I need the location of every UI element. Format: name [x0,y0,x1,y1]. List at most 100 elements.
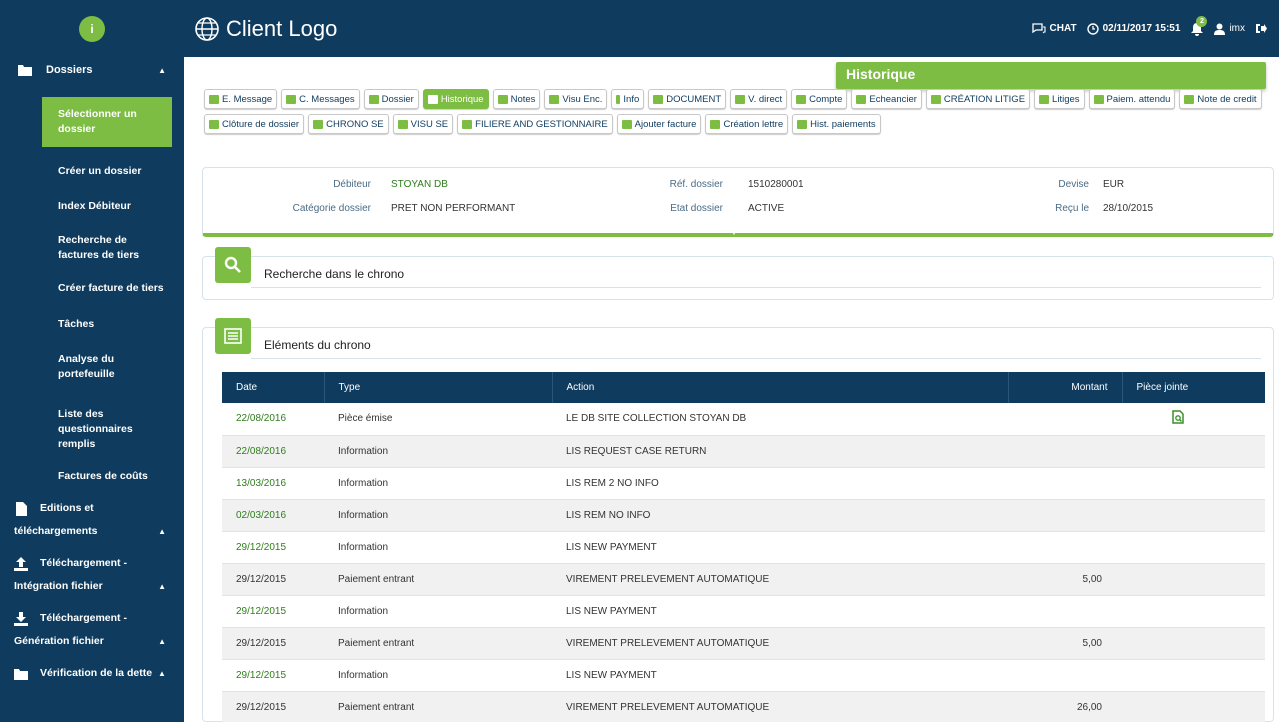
cell-date: 02/03/2016 [222,499,324,532]
list-icon [549,94,560,104]
historique-button[interactable]: Historique [422,89,489,109]
logout-button[interactable] [1255,23,1267,34]
table-row[interactable]: 29/12/2015 Information LIS NEW PAYMENT [222,595,1265,628]
section-title: Eléments du chrono [264,338,371,352]
chevron-down-icon[interactable]: ▼ [730,228,738,237]
sidebar-group-dossiers[interactable]: Dossiers ▲ [0,57,184,83]
caret-up-icon: ▲ [158,669,166,678]
notes-button[interactable]: Notes [492,89,541,109]
page-title: Historique [836,62,1266,89]
recu-le-label: Reçu le [1055,203,1089,214]
table-row[interactable]: 29/12/2015 Paiement entrant VIREMENT PRE… [222,627,1265,660]
sidebar-item-portfolio[interactable]: Analyse du portefeuille [0,352,184,382]
caret-up-icon: ▲ [158,527,166,536]
note-de-credit-button[interactable]: Note de credit [1179,89,1262,109]
info-button[interactable]: Info [611,89,645,109]
litiges-button[interactable]: Litiges [1034,89,1085,109]
info-logo-icon: i [79,15,105,42]
table-row[interactable]: 02/03/2016 Information LIS REM NO INFO [222,499,1265,532]
cell-date: 22/08/2016 [222,435,324,468]
ajouter-facture-button[interactable]: Ajouter facture [616,114,702,134]
cell-piece-jointe [1122,499,1265,532]
sidebar-item-questionnaires[interactable]: Liste des questionnaires remplis [0,407,184,452]
cell-action: LIS REM NO INFO [552,499,1008,532]
column-header-action[interactable]: Action [552,372,1009,403]
visu-se-button[interactable]: VISU SE [392,114,454,134]
chat-button[interactable]: CHAT [1031,23,1077,34]
table-row[interactable]: 13/03/2016 Information LIS REM 2 NO INFO [222,467,1265,500]
notification-badge: 2 [1196,15,1208,27]
document-button[interactable]: DOCUMENT [648,89,727,109]
cell-action: LE DB SITE COLLECTION STOYAN DB [552,403,1008,436]
cell-date: 29/12/2015 [222,627,324,660]
cloture-dossier-button[interactable]: Clôture de dossier [204,114,305,134]
caret-up-icon: ▲ [158,637,166,646]
globe-icon [195,16,219,41]
edit-icon [710,119,721,129]
cell-montant [1008,435,1122,468]
cell-date: 29/12/2015 [222,691,324,722]
sidebar-group-label: Intégration fichier [14,580,103,592]
chrono-se-button[interactable]: CHRONO SE [308,114,389,134]
download-icon [14,611,28,626]
search-section-button[interactable] [215,247,251,283]
sidebar-item-select-dossier[interactable]: Sélectionner un dossier [42,97,172,147]
etat-dossier-value: ACTIVE [748,203,785,214]
sidebar-group-editions[interactable]: Editions et téléchargements ▲ [0,501,184,539]
brand[interactable]: Client Logo [194,16,337,42]
edit-icon [930,94,941,104]
table-row[interactable]: 29/12/2015 Information LIS NEW PAYMENT [222,531,1265,564]
sidebar-group-label: Téléchargement - [40,557,127,569]
chat-icon [1031,23,1046,34]
sidebar-item-index-debiteur[interactable]: Index Débiteur [0,199,184,214]
sidebar-group-generation[interactable]: Téléchargement - Génération fichier ▲ [0,611,184,649]
attachment-search-icon[interactable] [1172,410,1184,424]
sidebar-group-label: Génération fichier [14,635,104,647]
notifications-button[interactable]: 2 [1190,15,1208,36]
visu-enc-button[interactable]: Visu Enc. [544,89,608,109]
cell-type: Information [324,595,552,628]
table-row[interactable]: 29/12/2015 Paiement entrant VIREMENT PRE… [222,563,1265,596]
sidebar-group-verification[interactable]: Vérification de la dette ▲ [0,666,184,681]
echeancier-button[interactable]: Echeancier [851,89,922,109]
column-header-type[interactable]: Type [324,372,553,403]
chrono-table: Date Type Action Montant Pièce jointe 22… [222,372,1265,722]
search-chrono-section: Recherche dans le chrono [202,247,1274,300]
sidebar-item-cost-invoices[interactable]: Factures de coûts [0,469,184,484]
cell-action: VIREMENT PRELEVEMENT AUTOMATIQUE [552,563,1008,596]
hist-paiements-button[interactable]: Hist. paiements [792,114,881,134]
paiem-attendu-button[interactable]: Paiem. attendu [1088,89,1176,109]
compte-button[interactable]: Compte [791,89,848,109]
sidebar-item-create-dossier[interactable]: Créer un dossier [0,164,184,179]
e-message-button[interactable]: E. Message [204,89,278,109]
cell-piece-jointe [1122,627,1265,660]
list-section-button[interactable] [215,318,251,354]
v-direct-button[interactable]: V. direct [730,89,788,109]
table-row[interactable]: 22/08/2016 Information LIS REQUEST CASE … [222,435,1265,468]
filiere-gestionnaire-button[interactable]: FILIERE AND GESTIONNAIRE [457,114,613,134]
column-header-date[interactable]: Date [222,372,325,403]
divider [251,287,1261,288]
column-header-montant[interactable]: Montant [1008,372,1123,403]
sidebar-item-create-invoice[interactable]: Créer facture de tiers [0,281,184,296]
cell-montant [1008,595,1122,628]
dossier-button[interactable]: Dossier [363,89,419,109]
sidebar-group-integration[interactable]: Téléchargement - Intégration fichier ▲ [0,556,184,594]
creation-litige-button[interactable]: CRÉATION LITIGE [925,89,1031,109]
table-row[interactable]: 29/12/2015 Paiement entrant VIREMENT PRE… [222,691,1265,722]
cell-type: Pièce émise [324,403,552,436]
sidebar-item-search-invoices[interactable]: Recherche de factures de tiers [0,233,184,263]
user-menu[interactable]: imx [1214,23,1245,35]
checkbox-icon [856,94,867,104]
cell-action: LIS NEW PAYMENT [552,595,1008,628]
table-row[interactable]: 22/08/2016 Pièce émise LE DB SITE COLLEC… [222,403,1265,436]
c-messages-button[interactable]: C. Messages [281,89,360,109]
sidebar-item-tasks[interactable]: Tâches [0,317,184,332]
ref-dossier-label: Réf. dossier [669,179,723,190]
column-header-piece-jointe[interactable]: Pièce jointe [1122,372,1265,403]
table-row[interactable]: 29/12/2015 Information LIS NEW PAYMENT [222,659,1265,692]
creation-lettre-button[interactable]: Création lettre [705,114,789,134]
cell-action: VIREMENT PRELEVEMENT AUTOMATIQUE [552,691,1008,722]
envelope-icon [286,94,297,104]
sidebar-group-label: Editions et [40,502,94,514]
